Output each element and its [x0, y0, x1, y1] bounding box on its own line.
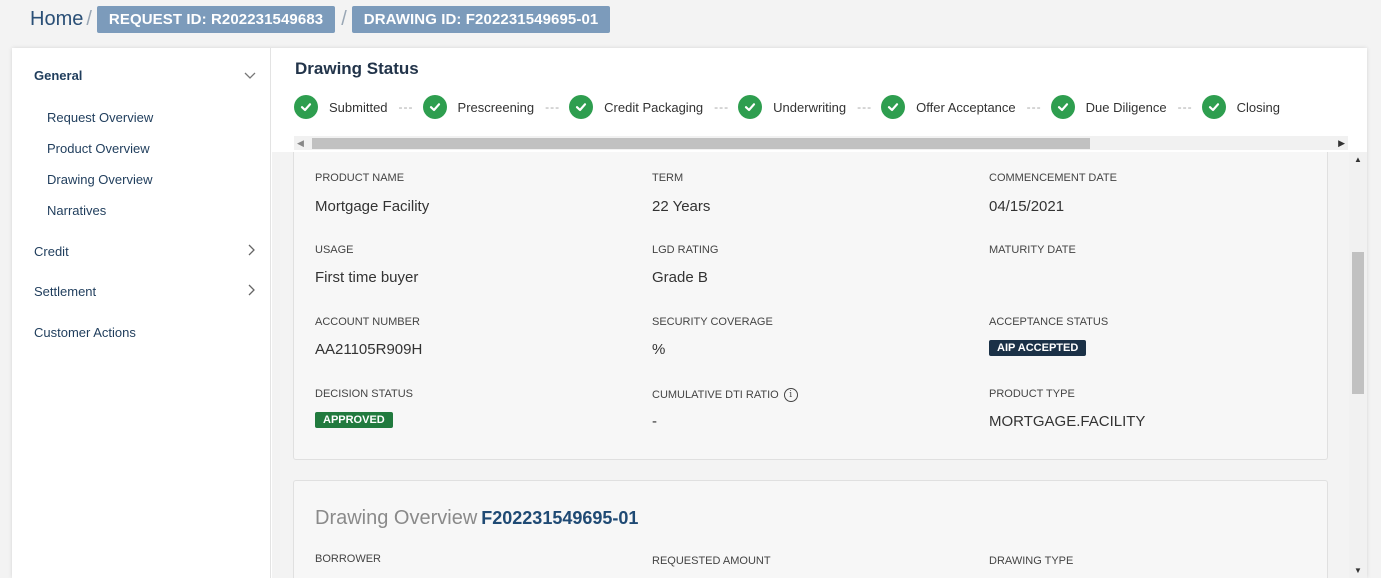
commencement-date-value: 04/15/2021	[989, 198, 1065, 215]
status-step: Closing	[1201, 95, 1280, 119]
breadcrumb-separator: /	[86, 7, 92, 30]
status-stepper: Submitted --- Prescreening --- Credit Packag…	[294, 95, 1367, 121]
usage-value: First time buyer	[315, 269, 419, 286]
status-step-label: Offer Acceptance	[916, 99, 1016, 115]
sidebar-group-settlement[interactable]: Settlement	[34, 284, 256, 299]
requested-amount-label: REQUESTED AMOUNT	[652, 555, 771, 567]
scrollbar-thumb[interactable]	[1352, 252, 1364, 394]
sidebar-item-request-overview[interactable]: Request Overview	[47, 110, 153, 125]
cumulative-dti-value: -	[652, 413, 657, 430]
sidebar-group-label: Settlement	[34, 284, 97, 299]
scroll-down-icon[interactable]: ▼	[1354, 566, 1362, 575]
step-connector: ---	[1177, 100, 1193, 115]
step-connector: ---	[545, 100, 561, 115]
status-step: Underwriting	[738, 95, 846, 119]
decision-status-label: DECISION STATUS	[315, 388, 413, 400]
sidebar-group-label: Credit	[34, 244, 69, 259]
scroll-up-icon[interactable]: ▲	[1354, 155, 1362, 164]
maturity-date-label: MATURITY DATE	[989, 244, 1076, 256]
sidebar-item-narratives[interactable]: Narratives	[47, 203, 106, 218]
lgd-rating-label: LGD RATING	[652, 244, 719, 256]
check-circle-icon	[569, 95, 594, 119]
status-step-label: Due Diligence	[1085, 99, 1167, 115]
borrower-label: BORROWER	[315, 553, 381, 565]
product-type-value: MORTGAGE.FACILITY	[989, 413, 1146, 430]
scroll-left-icon[interactable]: ◀	[297, 136, 304, 150]
scrollbar-thumb[interactable]	[312, 138, 1090, 149]
decision-status-badge: APPROVED	[315, 412, 393, 428]
drawing-type-label: DRAWING TYPE	[989, 555, 1074, 567]
check-circle-icon	[1050, 95, 1075, 119]
status-step-label: Prescreening	[457, 99, 535, 115]
sidebar-group-label: General	[34, 68, 83, 83]
commencement-date-label: COMMENCEMENT DATE	[989, 172, 1117, 184]
drawing-overview-panel: Drawing Overview F202231549695-01 BORROWE…	[293, 480, 1328, 578]
status-step: Prescreening	[422, 95, 535, 119]
term-value: 22 Years	[652, 198, 711, 215]
breadcrumb-drawing-id[interactable]: DRAWING ID: F202231549695-01	[351, 5, 611, 33]
info-icon[interactable]: i	[783, 388, 798, 402]
breadcrumb-request-id[interactable]: REQUEST ID: R202231549683	[96, 5, 336, 33]
sidebar-item-drawing-overview[interactable]: Drawing Overview	[47, 172, 152, 187]
chevron-right-icon	[248, 284, 256, 299]
status-step: Credit Packaging	[569, 95, 703, 119]
status-step: Offer Acceptance	[881, 95, 1016, 119]
content-area: PRODUCT NAME Mortgage Facility TERM 22 Y…	[272, 152, 1349, 578]
term-label: TERM	[652, 172, 684, 184]
drawing-overview-id: F202231549695-01	[481, 508, 639, 528]
status-step: Due Diligence	[1050, 95, 1167, 119]
product-details-panel: PRODUCT NAME Mortgage Facility TERM 22 Y…	[293, 152, 1328, 460]
sidebar-group-customer-actions[interactable]: Customer Actions	[34, 325, 256, 340]
product-name-label: PRODUCT NAME	[315, 172, 405, 184]
account-number-label: ACCOUNT NUMBER	[315, 316, 420, 328]
security-coverage-label: SECURITY COVERAGE	[652, 316, 773, 328]
step-connector: ---	[398, 100, 414, 115]
acceptance-status-label: ACCEPTANCE STATUS	[989, 316, 1109, 328]
status-step-label: Credit Packaging	[604, 99, 704, 115]
account-number-value: AA21105R909H	[315, 341, 423, 358]
acceptance-status-badge: AIP ACCEPTED	[989, 340, 1087, 356]
check-circle-icon	[294, 95, 318, 119]
breadcrumb-separator: /	[341, 7, 347, 30]
check-circle-icon	[881, 95, 906, 119]
breadcrumb: Home / REQUEST ID: R202231549683 / DRAWI…	[30, 5, 611, 33]
cumulative-dti-label: CUMULATIVE DTI RATIO i	[652, 388, 798, 402]
chevron-down-icon	[244, 68, 256, 83]
check-circle-icon	[1201, 95, 1226, 119]
product-type-label: PRODUCT TYPE	[989, 388, 1075, 400]
check-circle-icon	[422, 95, 447, 119]
check-circle-icon	[738, 95, 763, 119]
product-name-value: Mortgage Facility	[315, 198, 430, 215]
usage-label: USAGE	[315, 244, 354, 256]
step-connector: ---	[714, 100, 730, 115]
scroll-right-icon[interactable]: ▶	[1338, 136, 1345, 150]
status-step-label: Underwriting	[773, 99, 847, 115]
sidebar-item-product-overview[interactable]: Product Overview	[47, 141, 150, 156]
drawing-overview-heading: Drawing Overview F202231549695-01	[315, 507, 638, 530]
sidebar: General Request Overview Product Overvie…	[12, 48, 271, 578]
step-connector: ---	[857, 100, 873, 115]
drawing-status-title: Drawing Status	[295, 59, 419, 78]
status-step: Submitted	[294, 95, 388, 119]
sidebar-group-general[interactable]: General	[34, 68, 256, 83]
step-connector: ---	[1026, 100, 1042, 115]
main-card: General Request Overview Product Overvie…	[12, 48, 1367, 578]
vertical-scrollbar[interactable]: ▲ ▼	[1349, 152, 1367, 578]
cumulative-dti-label-text: CUMULATIVE DTI RATIO	[652, 388, 779, 401]
lgd-rating-value: Grade B	[652, 269, 708, 286]
sidebar-group-label: Customer Actions	[34, 325, 136, 340]
chevron-right-icon	[248, 244, 256, 259]
horizontal-scrollbar[interactable]: ◀ ▶	[294, 136, 1348, 150]
sidebar-group-credit[interactable]: Credit	[34, 244, 256, 259]
drawing-overview-title: Drawing Overview	[315, 507, 478, 529]
security-coverage-value: %	[652, 341, 666, 358]
status-step-label: Closing	[1236, 99, 1280, 115]
status-step-label: Submitted	[329, 99, 388, 115]
breadcrumb-home-link[interactable]: Home	[30, 8, 83, 31]
